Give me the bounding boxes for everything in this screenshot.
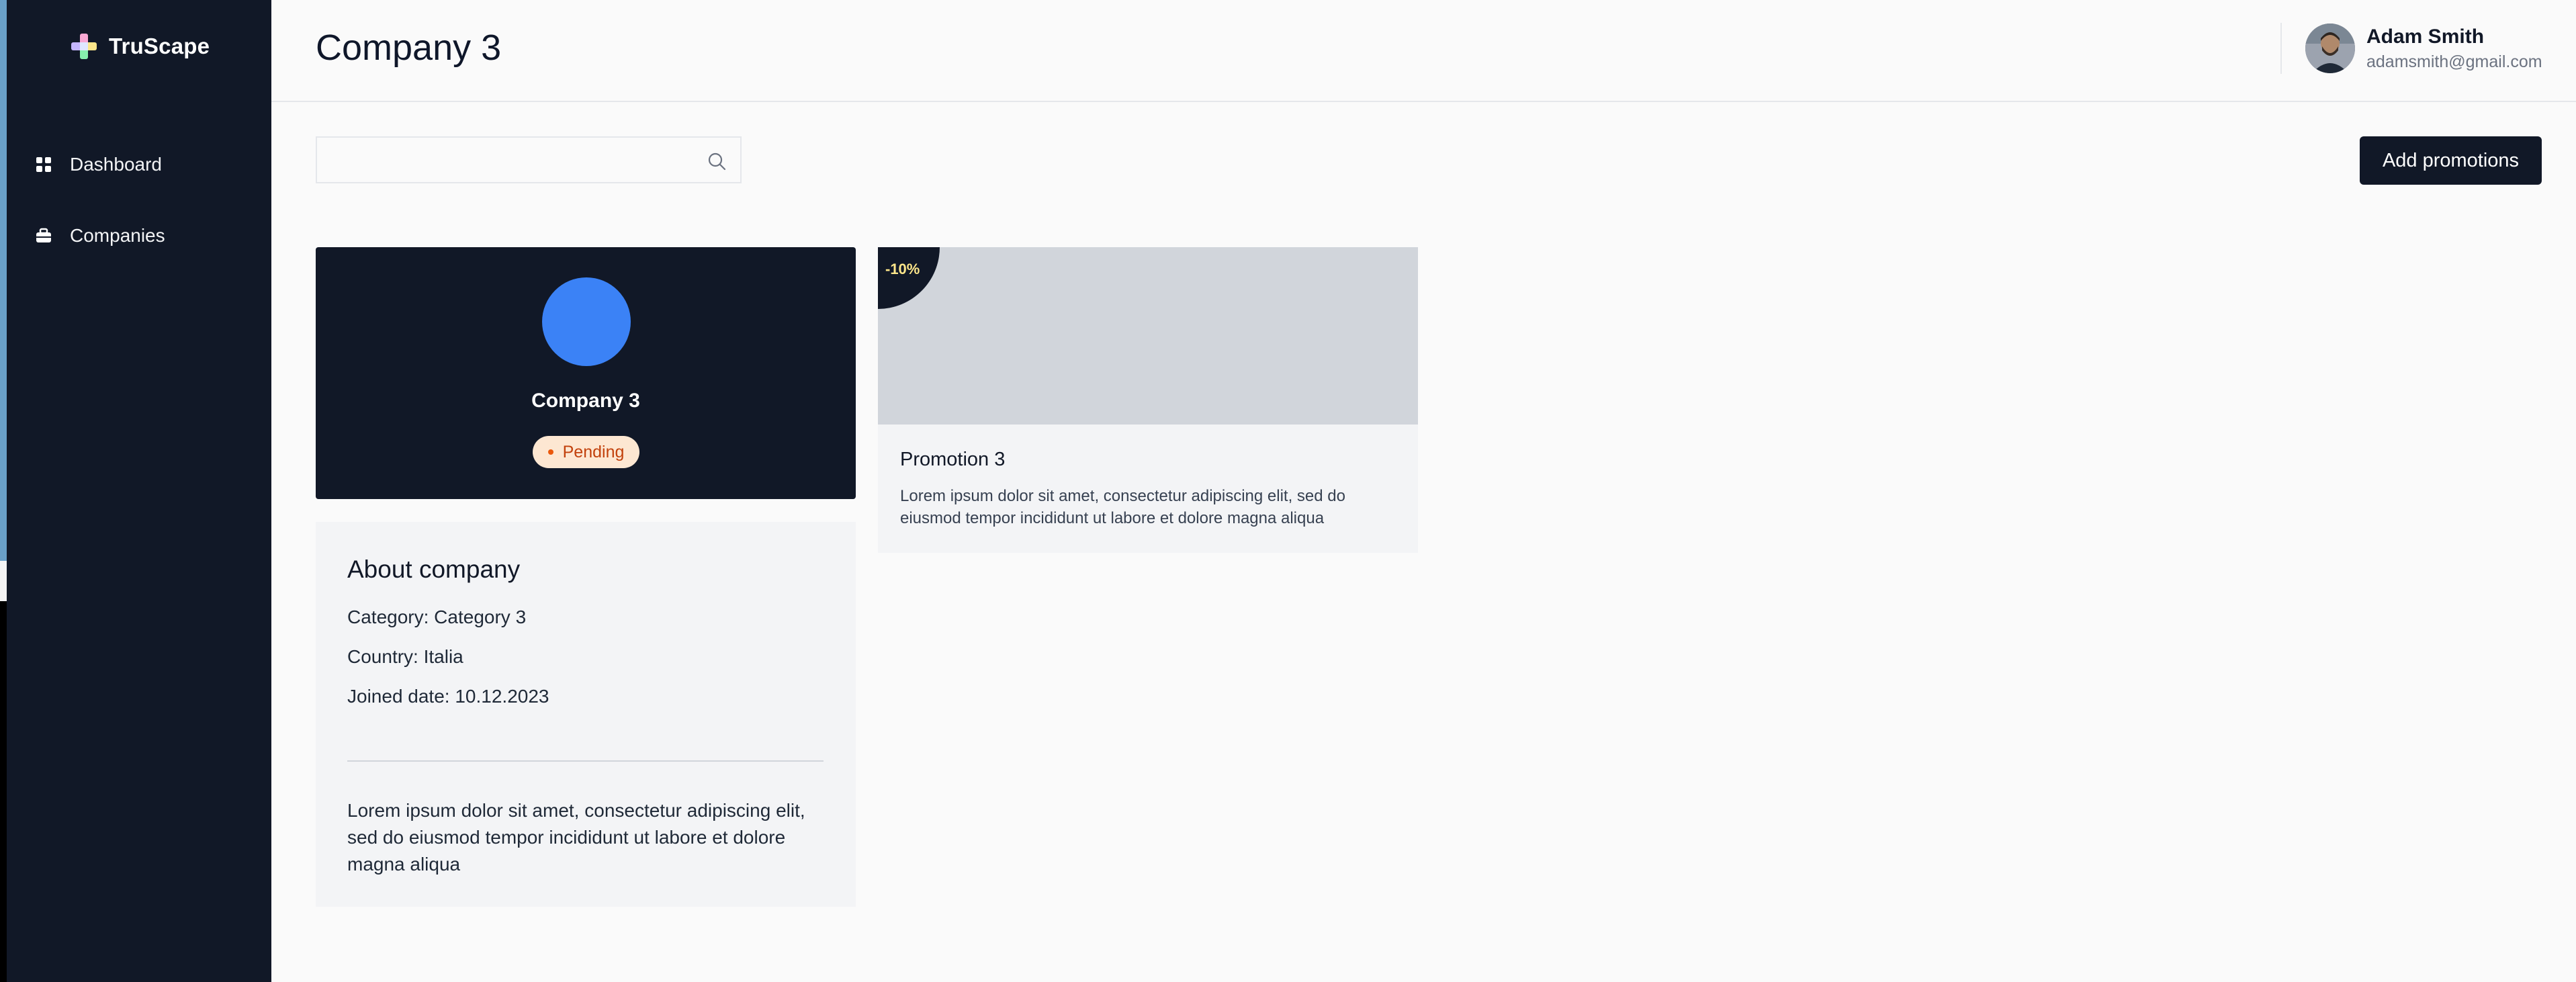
sidebar-item-companies[interactable]: Companies — [35, 225, 165, 247]
promotion-image — [878, 247, 1418, 425]
sidebar: TruScape Dashboard Companies — [7, 0, 271, 982]
sidebar-item-label: Companies — [70, 225, 165, 246]
search-input[interactable] — [317, 138, 720, 182]
company-joined-date: Joined date: 10.12.2023 — [347, 686, 549, 707]
desktop-edge-white — [0, 561, 7, 601]
about-title: About company — [347, 555, 521, 583]
user-name: Adam Smith — [2366, 26, 2485, 48]
company-card: Company 3 Pending — [316, 247, 856, 499]
avatar[interactable] — [2305, 24, 2355, 73]
briefcase-icon — [36, 228, 51, 242]
status-label: Pending — [562, 442, 625, 461]
user-email: adamsmith@gmail.com — [2366, 52, 2542, 71]
search-box — [316, 136, 742, 183]
promotion-title: Promotion 3 — [900, 449, 1006, 470]
company-name: Company 3 — [531, 390, 640, 412]
discount-label: -10% — [885, 261, 920, 277]
status-dot-icon — [547, 449, 553, 455]
page-title: Company 3 — [316, 28, 502, 68]
brand-name: TruScape — [109, 34, 210, 58]
company-description: Lorem ipsum dolor sit amet, consectetur … — [347, 800, 805, 875]
grid-icon — [36, 157, 51, 172]
desktop-edge — [0, 0, 7, 982]
header-divider — [2280, 23, 2282, 74]
divider — [347, 760, 824, 762]
company-country: Country: Italia — [347, 646, 463, 667]
add-promotions-button[interactable]: Add promotions — [2360, 136, 2542, 185]
search-icon[interactable] — [707, 151, 727, 171]
logo-icon — [71, 34, 97, 59]
promotion-card[interactable]: -10% Promotion 3 Lorem ipsum dolor sit a… — [878, 247, 1418, 553]
promotion-description: Lorem ipsum dolor sit amet, consectetur … — [900, 487, 1345, 527]
user-avatar-icon — [2305, 24, 2355, 73]
brand[interactable]: TruScape — [70, 32, 210, 60]
sidebar-item-dashboard[interactable]: Dashboard — [35, 154, 162, 175]
status-badge: Pending — [533, 436, 639, 468]
top-header: Company 3 Adam Smith adamsmith@gmail.com — [271, 0, 2576, 102]
about-company-card: About company Category: Category 3 Count… — [316, 522, 856, 907]
company-category: Category: Category 3 — [347, 607, 527, 627]
sidebar-item-label: Dashboard — [70, 154, 162, 175]
desktop-edge-blue — [0, 0, 7, 561]
company-logo — [542, 277, 631, 366]
